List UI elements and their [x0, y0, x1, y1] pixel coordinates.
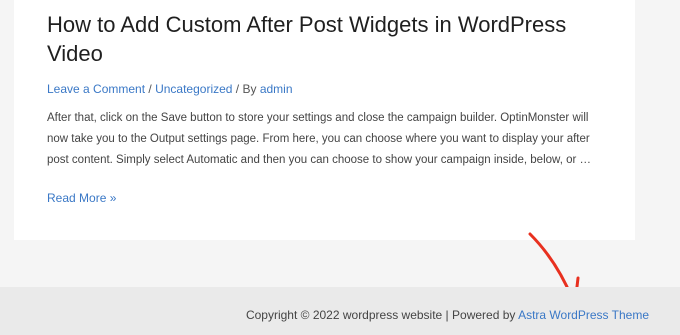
astra-theme-link[interactable]: Astra WordPress Theme	[518, 308, 649, 322]
copyright-text: Copyright © 2022 wordpress website | Pow…	[245, 308, 519, 322]
meta-separator: /	[145, 82, 156, 96]
meta-by-label: / By	[232, 82, 260, 96]
post-meta: Leave a Comment / Uncategorized / By adm…	[47, 81, 293, 97]
category-link[interactable]: Uncategorized	[155, 82, 232, 96]
post-card: How to Add Custom After Post Widgets in …	[14, 0, 635, 240]
post-excerpt: After that, click on the Save button to …	[47, 112, 591, 166]
site-footer: Copyright © 2022 wordpress website | Pow…	[0, 287, 680, 335]
footer-copyright: Copyright © 2022 wordpress website | Pow…	[246, 307, 649, 323]
post-title[interactable]: How to Add Custom After Post Widgets in …	[47, 10, 607, 68]
read-more-link[interactable]: Read More »	[47, 190, 116, 206]
author-link[interactable]: admin	[260, 82, 293, 96]
leave-comment-link[interactable]: Leave a Comment	[47, 82, 145, 96]
